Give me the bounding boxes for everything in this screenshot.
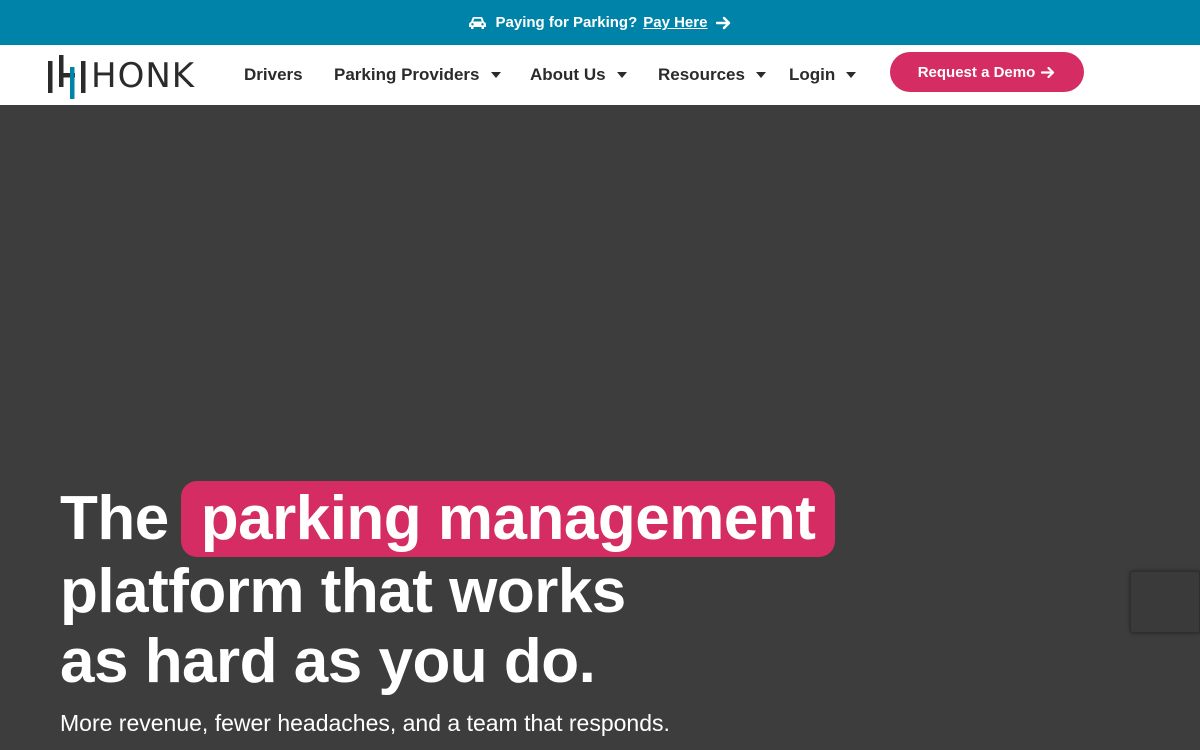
request-demo-label: Request a Demo (917, 63, 1036, 81)
headline-line-2: platform that works (60, 557, 626, 626)
hero-headline: The parking management platform that work… (60, 481, 836, 697)
nav-login-label: Login (789, 65, 836, 84)
nav-drivers-label: Drivers (244, 65, 303, 84)
logo-wordmark: HONK (91, 56, 196, 96)
nav-resources[interactable]: Resources (658, 65, 766, 85)
announcement-bar: Paying for Parking? Pay Here (0, 0, 1200, 45)
honk-logo-mark-icon (48, 55, 86, 99)
recaptcha-badge[interactable] (1130, 571, 1200, 633)
chevron-down-icon (490, 72, 501, 78)
honk-logo[interactable]: HONK (47, 53, 207, 99)
request-demo-button[interactable]: Request a Demo (890, 52, 1084, 92)
nav-drivers[interactable]: Drivers (244, 65, 303, 85)
headline-highlight: parking management (180, 481, 836, 557)
pay-here-link[interactable]: Pay Here (643, 14, 707, 31)
announcement-text: Paying for Parking? (495, 14, 638, 31)
nav-about-us[interactable]: About Us (530, 65, 627, 85)
arrow-right-icon[interactable] (716, 16, 732, 30)
nav-about-us-label: About Us (530, 65, 606, 84)
nav-login[interactable]: Login (789, 65, 857, 85)
headline-line-1: The parking management (60, 481, 836, 557)
nav-parking-providers-label: Parking Providers (334, 65, 480, 84)
headline-prefix: The (60, 484, 169, 553)
car-icon (468, 16, 486, 29)
hero-subhead: More revenue, fewer headaches, and a tea… (60, 710, 670, 736)
chevron-down-icon (846, 72, 857, 78)
hero-section: The parking management platform that work… (0, 105, 1200, 750)
chevron-down-icon (755, 72, 766, 78)
chevron-down-icon (616, 72, 627, 78)
nav-parking-providers[interactable]: Parking Providers (334, 65, 501, 85)
headline-line-3: as hard as you do. (60, 627, 596, 696)
nav-resources-label: Resources (658, 65, 745, 84)
main-navigation: HONK Drivers Parking Providers About Us … (0, 45, 1200, 105)
arrow-right-icon (1041, 66, 1055, 78)
